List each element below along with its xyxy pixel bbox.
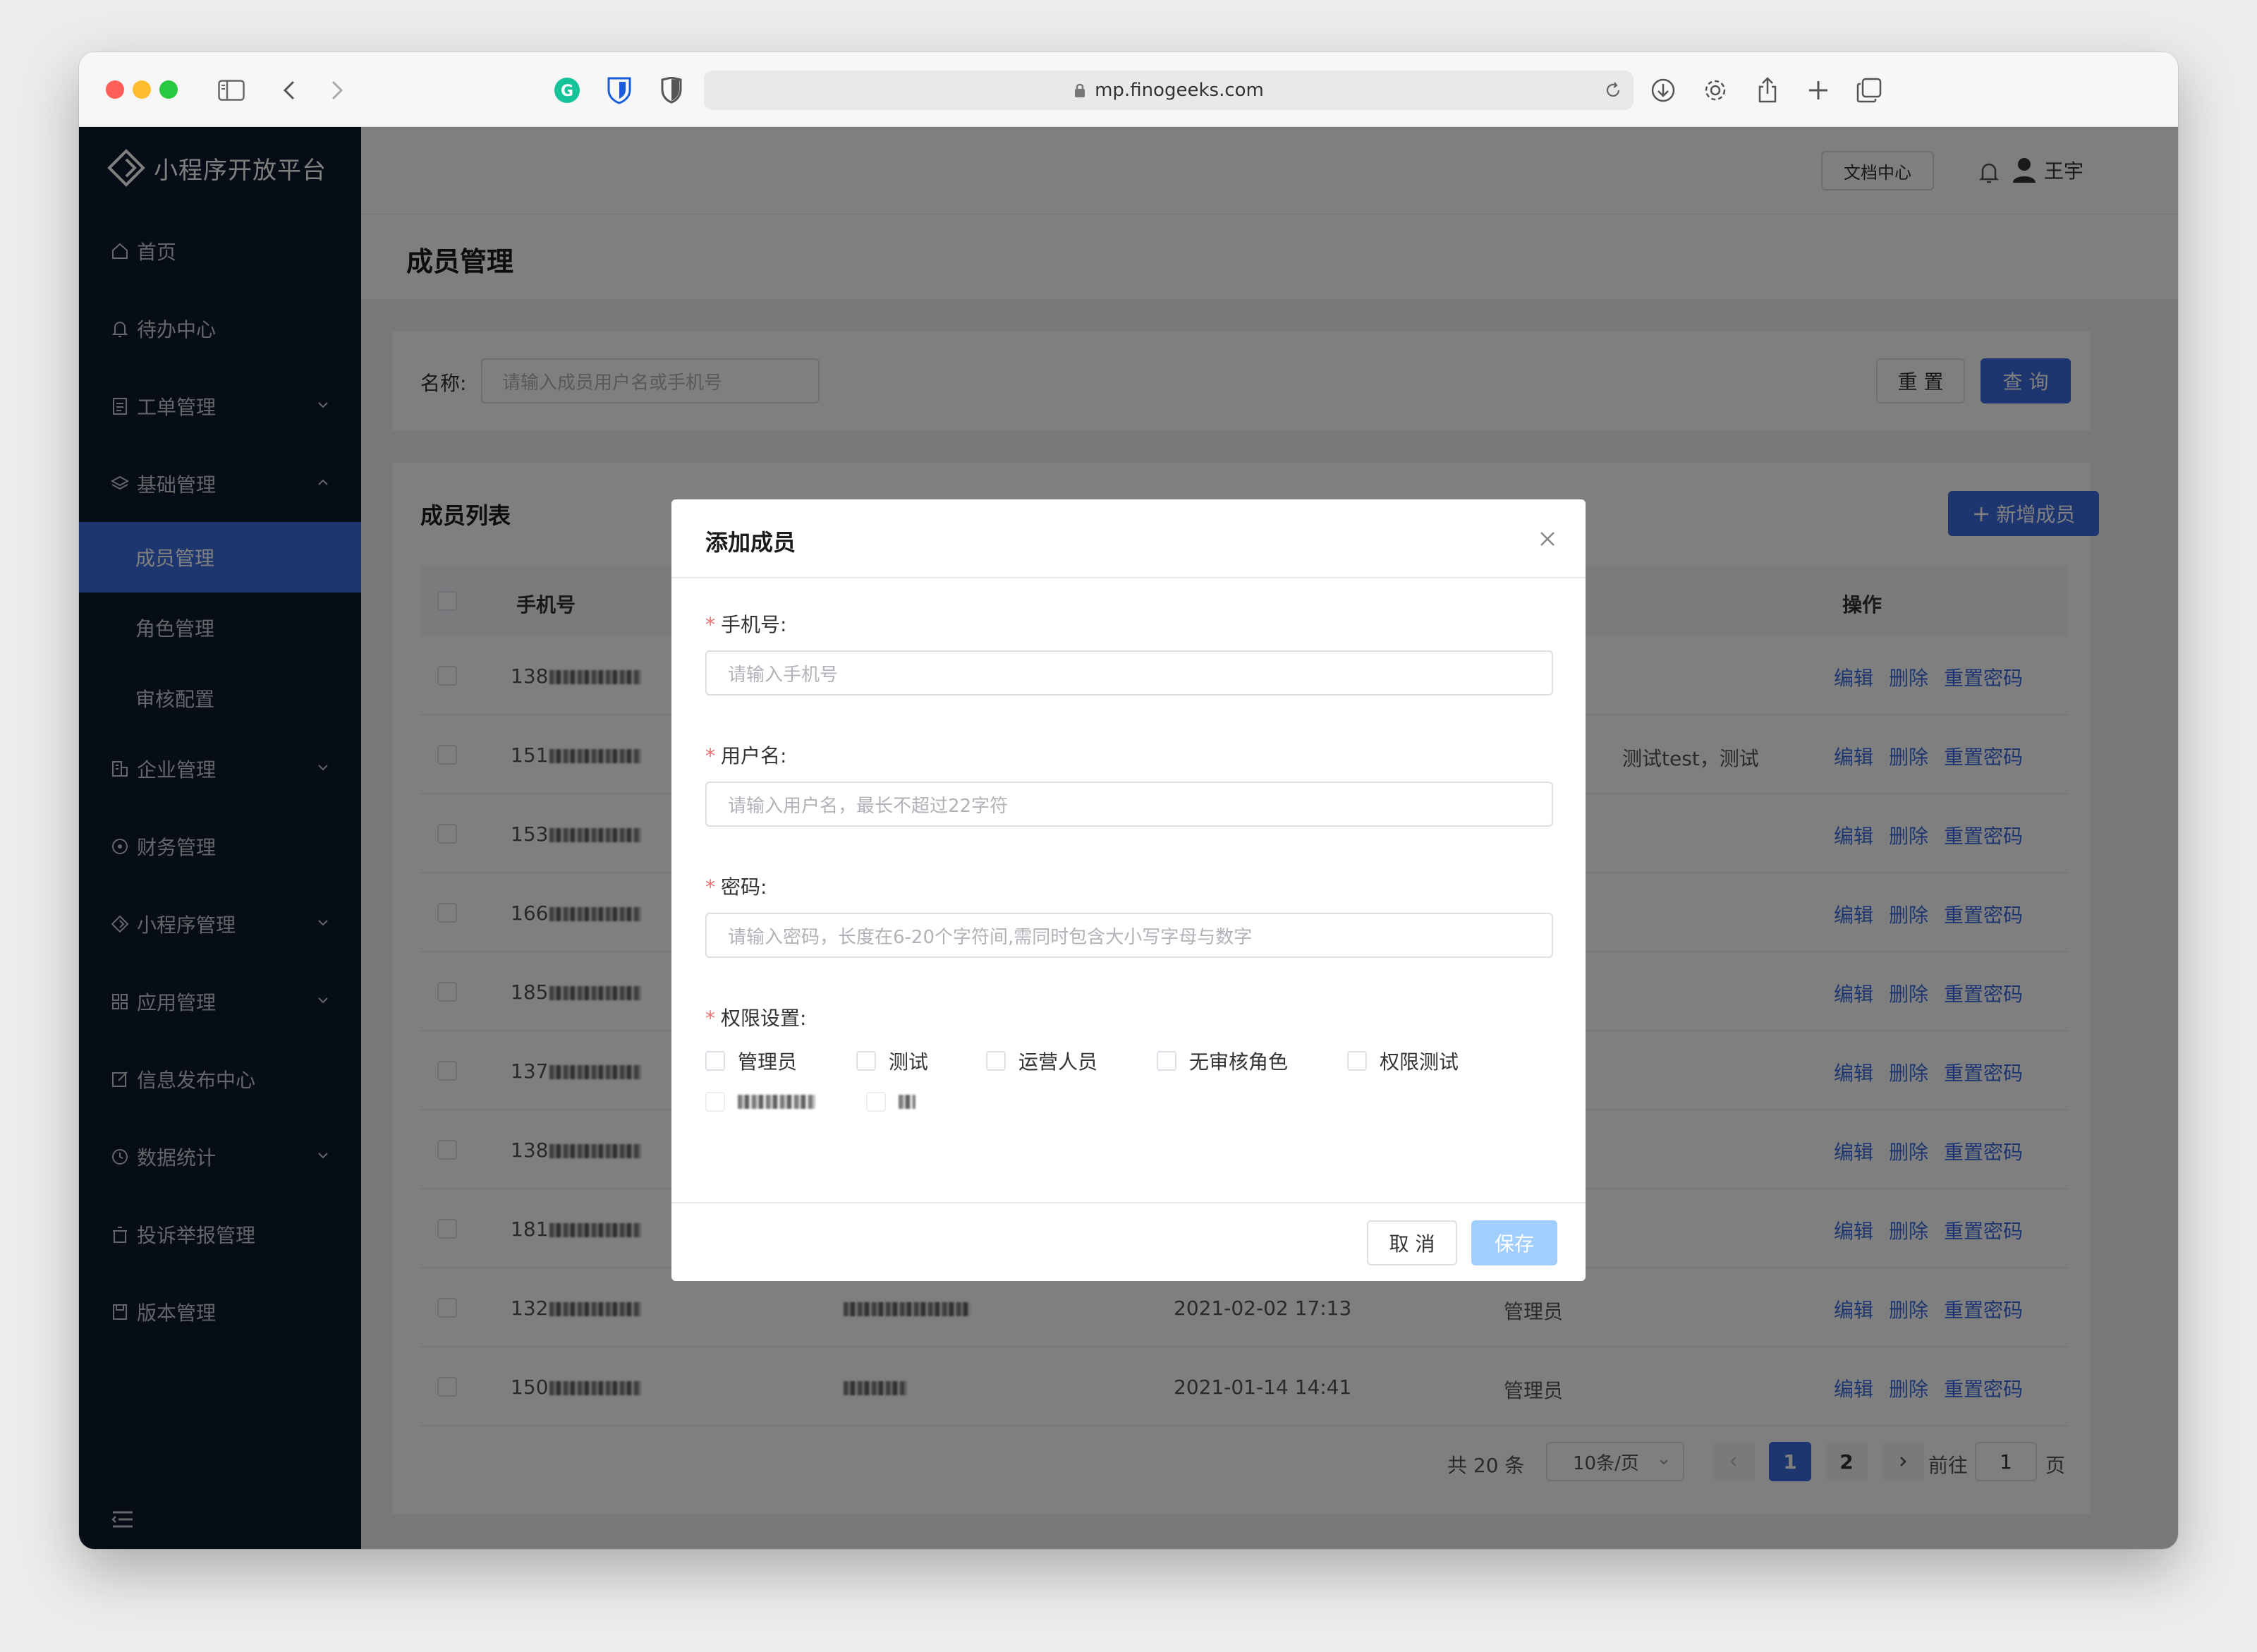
username-label: * 用户名: bbox=[705, 741, 786, 769]
required-star: * bbox=[705, 1007, 715, 1030]
checkbox-label: 测试 bbox=[889, 1050, 929, 1074]
required-star: * bbox=[705, 613, 715, 636]
permission-checkbox-test[interactable]: 测试 bbox=[856, 1047, 928, 1075]
phone-label: * 手机号: bbox=[705, 609, 786, 638]
required-star: * bbox=[705, 744, 715, 767]
checkbox-box bbox=[1157, 1051, 1176, 1071]
username-label-text: 用户名: bbox=[721, 744, 787, 767]
dialog-header: 添加成员 bbox=[671, 499, 1586, 578]
permission-checkbox-no-review[interactable]: 无审核角色 bbox=[1157, 1047, 1288, 1075]
phone-label-text: 手机号: bbox=[721, 613, 787, 636]
checkbox-box bbox=[705, 1051, 725, 1071]
checkbox-box bbox=[866, 1092, 886, 1112]
privacy-shield-icon[interactable] bbox=[656, 75, 687, 106]
svg-text:G: G bbox=[561, 83, 573, 100]
add-member-dialog: 添加成员 * 手机号: 请输入手机号 * 用户名: 请输入用户名，最长不超过22字符… bbox=[671, 499, 1586, 1281]
zoom-window-button[interactable] bbox=[159, 80, 178, 99]
new-tab-plus-icon[interactable] bbox=[1803, 75, 1834, 106]
grammarly-extension-icon[interactable]: G bbox=[552, 75, 583, 106]
minimize-window-button[interactable] bbox=[133, 80, 151, 99]
close-window-button[interactable] bbox=[106, 80, 124, 99]
settings-gear-icon[interactable] bbox=[1700, 75, 1731, 106]
browser-toolbar: G mp.finogeeks.com bbox=[79, 52, 2178, 127]
permission-checkbox-permission-test[interactable]: 权限测试 bbox=[1347, 1047, 1459, 1075]
permission-checkbox-redacted-1[interactable] bbox=[705, 1092, 815, 1112]
close-icon[interactable] bbox=[1538, 529, 1557, 549]
password-label: * 密码: bbox=[705, 872, 767, 900]
redacted-label bbox=[899, 1095, 915, 1109]
address-bar[interactable]: mp.finogeeks.com bbox=[704, 71, 1634, 110]
checkbox-box bbox=[705, 1092, 725, 1112]
back-icon[interactable] bbox=[274, 75, 305, 106]
bitwarden-extension-icon[interactable] bbox=[604, 75, 635, 106]
phone-field[interactable]: 请输入手机号 bbox=[705, 650, 1553, 696]
permission-checkbox-operator[interactable]: 运营人员 bbox=[986, 1047, 1097, 1075]
share-icon[interactable] bbox=[1752, 75, 1783, 106]
checkbox-box bbox=[1347, 1051, 1367, 1071]
reload-icon[interactable] bbox=[1604, 81, 1622, 99]
checkbox-label: 无审核角色 bbox=[1189, 1050, 1289, 1074]
permission-label: * 权限设置: bbox=[705, 1003, 806, 1031]
required-star: * bbox=[705, 875, 715, 899]
dialog-footer: 取 消 保存 bbox=[671, 1202, 1586, 1281]
app-container: 小程序开放平台 首页 待办中心 工单管理 基础管理 成员管理 bbox=[79, 127, 2178, 1549]
password-label-text: 密码: bbox=[721, 875, 767, 899]
checkbox-label: 权限测试 bbox=[1380, 1050, 1459, 1074]
dialog-title: 添加成员 bbox=[705, 529, 796, 556]
checkbox-box bbox=[856, 1051, 876, 1071]
cancel-button[interactable]: 取 消 bbox=[1367, 1220, 1457, 1265]
lock-icon bbox=[1075, 83, 1085, 97]
sidebar-toggle-icon[interactable] bbox=[216, 75, 247, 106]
permission-checkbox-redacted-2[interactable] bbox=[866, 1092, 915, 1112]
browser-window: G mp.finogeeks.com 添加成员 * 手机号: 请输入手机号 * … bbox=[79, 52, 2178, 1549]
tab-overview-icon[interactable] bbox=[1854, 75, 1885, 106]
username-field[interactable]: 请输入用户名，最长不超过22字符 bbox=[705, 782, 1553, 827]
checkbox-box bbox=[986, 1051, 1006, 1071]
download-icon[interactable] bbox=[1648, 75, 1679, 106]
checkbox-label: 运营人员 bbox=[1018, 1050, 1098, 1074]
permission-label-text: 权限设置: bbox=[721, 1007, 807, 1030]
password-field[interactable]: 请输入密码，长度在6-20个字符间,需同时包含大小写字母与数字 bbox=[705, 913, 1553, 958]
save-button[interactable]: 保存 bbox=[1471, 1220, 1557, 1265]
permission-checkbox-admin[interactable]: 管理员 bbox=[705, 1047, 797, 1075]
redacted-label bbox=[738, 1095, 815, 1109]
checkbox-label: 管理员 bbox=[738, 1050, 798, 1074]
forward-icon[interactable] bbox=[322, 75, 353, 106]
url-text: mp.finogeeks.com bbox=[1095, 80, 1264, 101]
